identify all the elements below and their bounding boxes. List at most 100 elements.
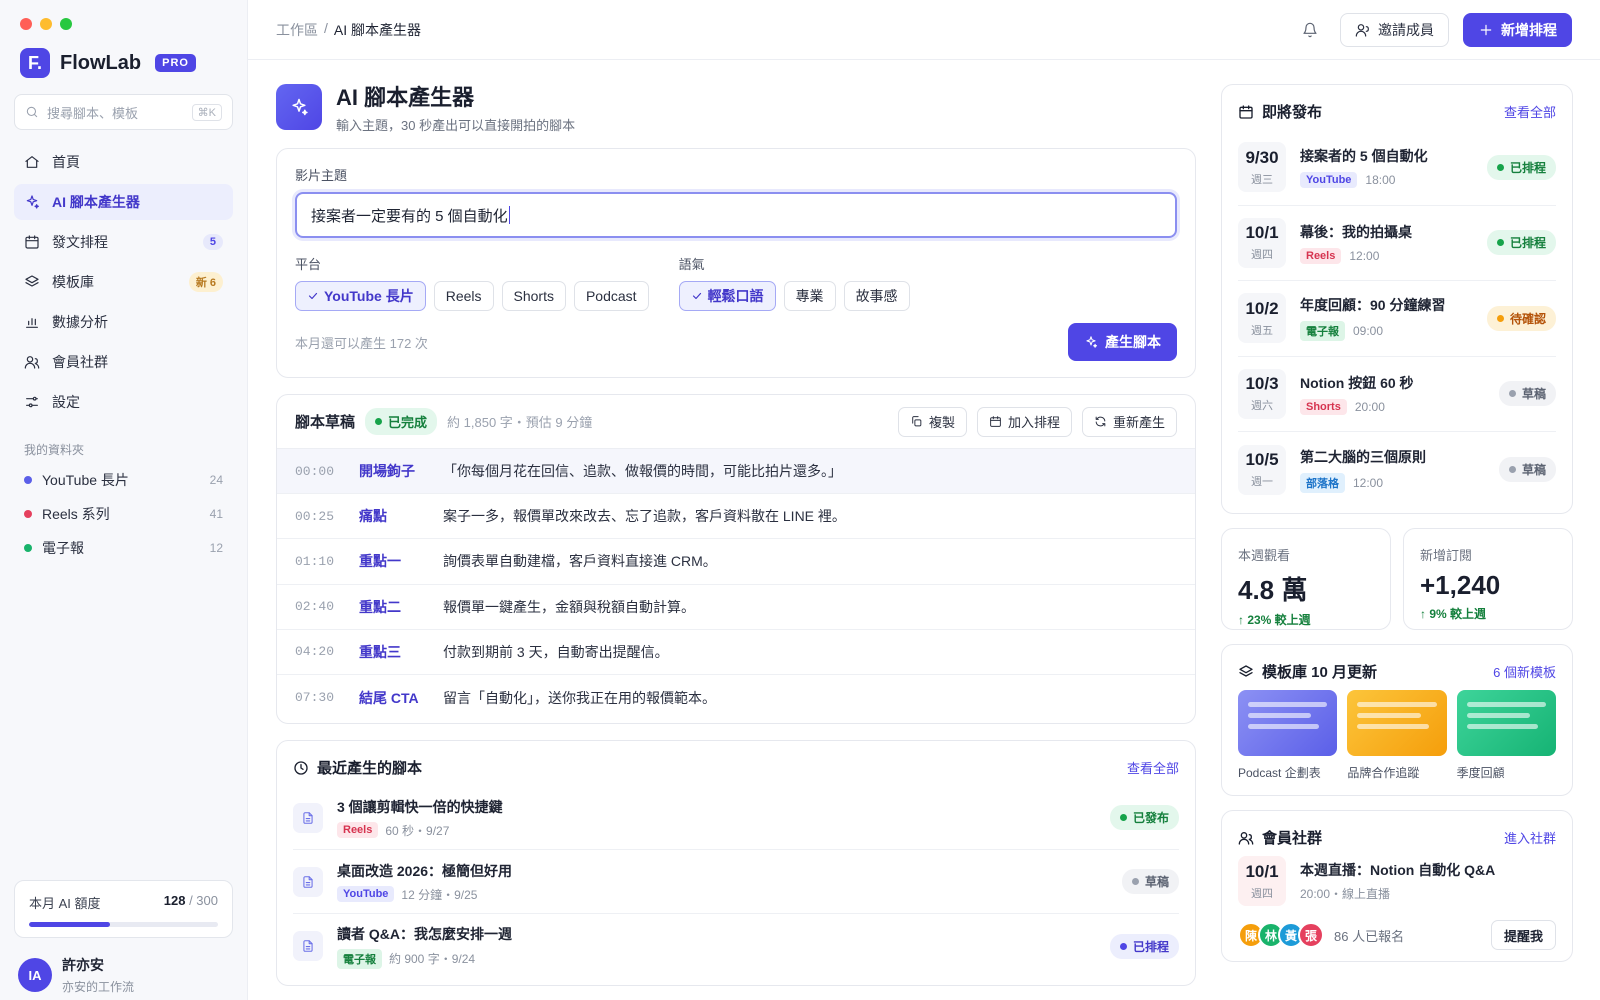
user-name: 許亦安 [62,957,104,973]
refresh-icon [1094,415,1107,428]
bell-icon[interactable] [1294,14,1326,46]
upcoming-item[interactable]: 10/3 週六 Notion 按鈕 60 秒 Shorts 20:00 草稿 [1238,357,1556,432]
sidebar: F. FlowLab PRO 搜尋腳本、模板 ⌘K 首頁 AI 腳本產生器 發文排程… [0,0,248,1000]
script-line[interactable]: 02:40 重點二 報價單一鍵產生，金額與稅額自動計算。 [277,585,1195,630]
list-item[interactable]: 3 個讓剪輯快一倍的快捷鍵 Reels 60 秒・9/27 已發布 [293,786,1179,850]
status-dot [1496,163,1504,171]
line-time: 00:00 [295,463,335,479]
template-item[interactable]: Podcast 企劃表 [1238,690,1338,781]
event-meta: 20:00・線上直播 [1300,887,1391,901]
script-line[interactable]: 07:30 結尾 CTA 留言「自動化」，送你我正在用的報價範本。 [277,675,1195,720]
tone-chip[interactable]: 輕鬆口語 [678,281,776,311]
platform-chip[interactable]: YouTube 長片 [295,281,426,311]
line-text: 詢價表單自動建檔，客戶資料直接進 CRM。 [443,553,717,570]
remind-me-button[interactable]: 提醒我 [1490,920,1556,950]
invite-members-button[interactable]: 邀請成員 [1340,12,1449,47]
sidebar-item-post-schedule[interactable]: 發文排程 5 [14,224,233,260]
upcoming-meta: 電子報 09:00 [1300,321,1473,342]
sidebar-search[interactable]: 搜尋腳本、模板 ⌘K [14,94,233,130]
document-icon [301,939,315,953]
folder-item[interactable]: Reels 系列 41 [14,497,233,531]
status-badge: 草稿 [1498,457,1556,483]
template-thumbnail [1347,690,1447,756]
tone-chip[interactable]: 專業 [783,281,836,311]
sidebar-item-settings[interactable]: 設定 [14,384,233,420]
check-icon [691,290,703,302]
topic-input[interactable]: 接案者一定要有的 5 個自動化 [295,192,1177,238]
sidebar-item-label: 發文排程 [52,234,108,250]
list-item[interactable]: 桌面改造 2026：極簡但好用 YouTube 12 分鐘・9/25 草稿 [293,850,1179,914]
recent-item-body: 3 個讓剪輯快一倍的快捷鍵 Reels 60 秒・9/27 [337,797,1096,839]
new-templates-link[interactable]: 6 個新模板 [1493,662,1556,681]
sidebar-item-label: 模板庫 [52,274,94,290]
sparkle-icon [289,97,309,117]
copy-button[interactable]: 複製 [897,406,967,437]
template-item[interactable]: 季度回顧 [1456,690,1556,781]
script-line[interactable]: 04:20 重點三 付款到期前 3 天，自動寄出提醒信。 [277,630,1195,675]
page-header: AI 腳本產生器 輸入主題，30 秒產出可以直接開拍的腳本 [276,84,1196,133]
platform-chip[interactable]: Reels [433,281,494,311]
new-badge: 新 6 [188,272,223,292]
status-badge: 已排程 [1486,154,1556,180]
upcoming-weekday: 週三 [1251,173,1273,186]
brand[interactable]: F. FlowLab PRO [20,48,196,78]
templates-title: 模板庫 10 月更新 [1262,664,1378,681]
sidebar-item-home[interactable]: 首頁 [14,144,233,180]
event-title: 本週直播：Notion 自動化 Q&A [1300,862,1496,878]
upcoming-view-all-link[interactable]: 查看全部 [1504,102,1556,121]
new-schedule-button[interactable]: 新增排程 [1463,12,1572,47]
folder-color-dot [24,476,32,484]
sidebar-item-template-library[interactable]: 模板庫 新 6 [14,264,233,300]
upcoming-item[interactable]: 9/30 週三 接案者的 5 個自動化 YouTube 18:00 已排程 [1238,130,1556,206]
sidebar-item-ai-script-generator[interactable]: AI 腳本產生器 [14,184,233,220]
tone-chip[interactable]: 故事感 [843,281,910,311]
folder-item[interactable]: 電子報 12 [14,531,233,565]
maximize-window-button[interactable] [60,18,72,30]
enter-community-link[interactable]: 進入社群 [1504,828,1556,847]
search-input[interactable]: 搜尋腳本、模板 [47,103,184,122]
upcoming-item[interactable]: 10/1 週四 幕後：我的拍攝桌 Reels 12:00 已排程 [1238,206,1556,281]
script-line[interactable]: 00:00 開場鉤子 「你每個月花在回信、追款、做報價的時間，可能比拍片還多。」 [277,449,1195,495]
close-window-button[interactable] [20,18,32,30]
script-line[interactable]: 00:25 痛點 案子一多，報價單改來改去、忘了追款，客戶資料散在 LINE 裡。 [277,494,1195,540]
recent-item-title: 讀者 Q&A：我怎麼安排一週 [337,925,512,942]
window-controls [20,18,72,30]
recent-title: 最近產生的腳本 [317,760,423,777]
brand-name: FlowLab [60,51,142,74]
generate-script-button[interactable]: 產生腳本 [1068,323,1177,361]
document-icon [301,811,315,825]
upcoming-item[interactable]: 10/2 週五 年度回顧：90 分鐘練習 電子報 09:00 待確認 [1238,281,1556,357]
line-time: 01:10 [295,553,335,569]
folder-item[interactable]: YouTube 長片 24 [14,463,233,497]
sidebar-item-analytics[interactable]: 數據分析 [14,304,233,340]
upcoming-meta: Shorts 20:00 [1300,398,1485,415]
upcoming-weekday: 週一 [1251,476,1273,489]
upcoming-item[interactable]: 10/5 週一 第二大腦的三個原則 部落格 12:00 草稿 [1238,432,1556,508]
sparkle-icon [1084,335,1098,349]
add-to-schedule-button[interactable]: 加入排程 [976,406,1072,437]
script-line[interactable]: 01:10 重點一 詢價表單自動建檔，客戶資料直接進 CRM。 [277,539,1195,585]
platform-chip[interactable]: Podcast [573,281,649,311]
recent-view-all-link[interactable]: 查看全部 [1127,758,1179,777]
community-event[interactable]: 10/1 週四 本週直播：Notion 自動化 Q&A 20:00・線上直播 [1238,856,1556,906]
minimize-window-button[interactable] [40,18,52,30]
tone-chips: 輕鬆口語 專業 故事感 [678,281,910,311]
upcoming-weekday: 週五 [1251,324,1273,337]
platform-chip[interactable]: Shorts [501,281,566,311]
upcoming-list: 9/30 週三 接案者的 5 個自動化 YouTube 18:00 已排程 10/1 週四 幕後… [1238,130,1556,508]
template-item[interactable]: 品牌合作追蹤 [1347,690,1447,781]
status-badge: 已排程 [1486,230,1556,256]
users-icon [1238,830,1254,846]
regenerate-button[interactable]: 重新產生 [1081,406,1177,437]
folder-count: 24 [209,473,223,487]
folder-color-dot [24,510,32,518]
event-weekday: 週四 [1251,887,1273,900]
breadcrumb-workspace[interactable]: 工作區 [276,20,318,40]
user-profile[interactable]: IA 許亦安 亦安的工作流 [18,955,134,995]
recent-item-meta: Reels 60 秒・9/27 [337,822,1096,839]
platform-tag: Reels [337,822,379,838]
recent-item-info: 12 分鐘・9/25 [401,887,478,902]
list-item[interactable]: 讀者 Q&A：我怎麼安排一週 電子報約 900 字・9/24 已排程 [293,914,1179,978]
sidebar-item-community[interactable]: 會員社群 [14,344,233,380]
date-box: 9/30 週三 [1238,142,1286,193]
